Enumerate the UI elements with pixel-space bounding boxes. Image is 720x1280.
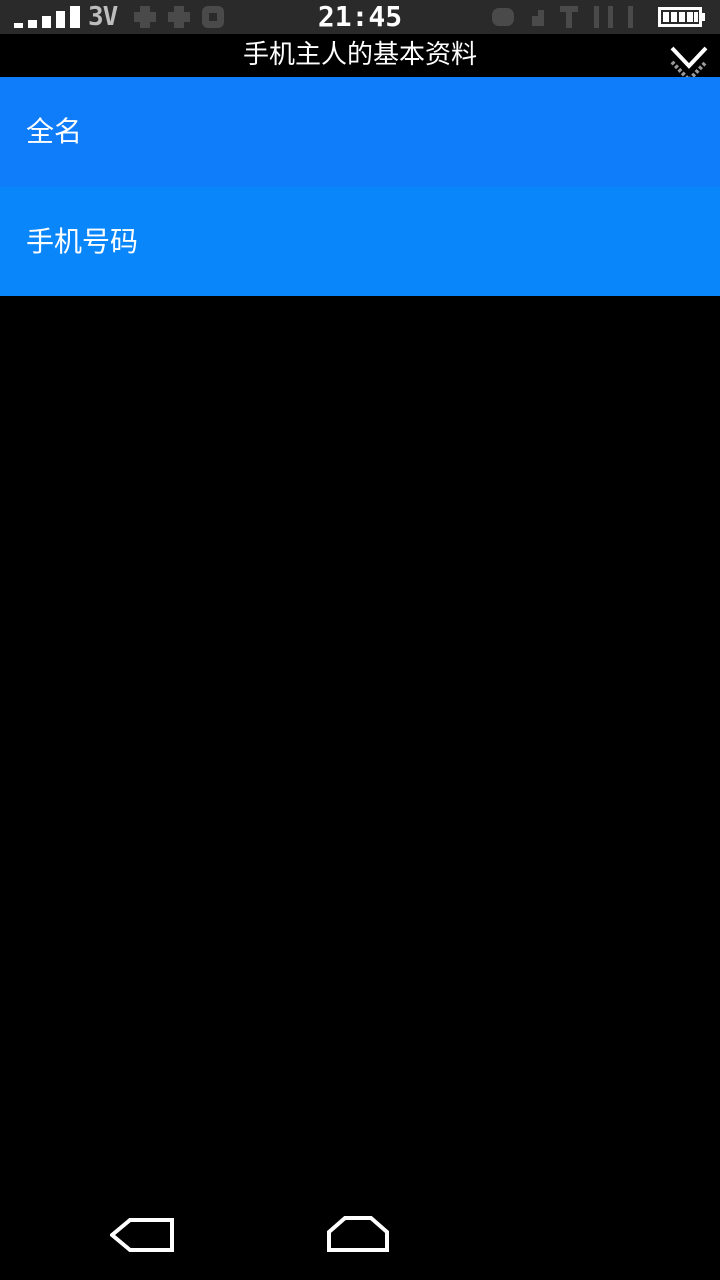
home-icon[interactable] [325,1212,391,1254]
title-bar: 手机主人的基本资料 [0,34,720,76]
network-type: 3V [88,2,118,32]
list-item-phone-number[interactable]: 手机号码 [0,187,720,296]
back-arrow-icon[interactable] [110,1216,176,1254]
page-title: 手机主人的基本资料 [242,40,477,70]
system-icons [492,6,633,28]
battery-full-icon [658,7,705,27]
list-item-label: 手机号码 [26,225,139,258]
signal-bars-icon [14,6,80,28]
notification-icons [134,6,224,28]
list-item-full-name[interactable]: 全名 [0,77,720,187]
list-item-label: 全名 [26,115,83,148]
status-bar: 3V 21:45 [0,0,720,34]
